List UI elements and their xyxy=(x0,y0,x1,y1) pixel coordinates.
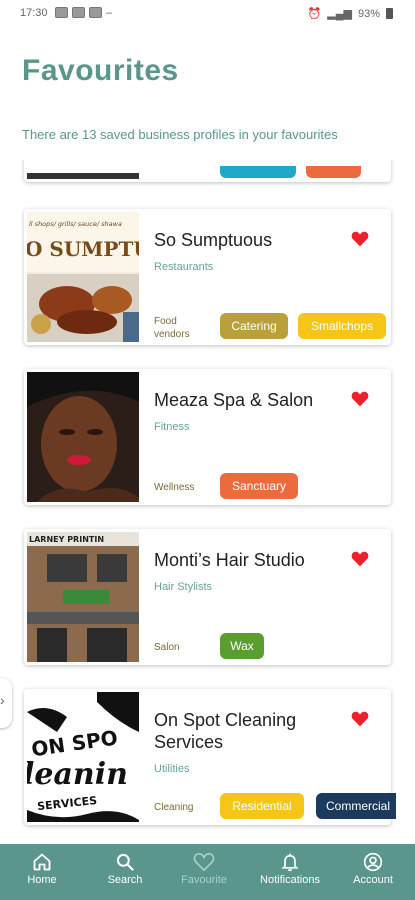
business-name-line2: Services xyxy=(154,732,224,752)
tag-catering[interactable]: Catering xyxy=(220,313,288,339)
nav-favourite[interactable]: Favourite xyxy=(164,844,244,900)
status-right: ⏰ ▂▄▆ 93% xyxy=(308,7,393,20)
chevron-right-icon: › xyxy=(0,692,5,708)
business-name[interactable]: Monti’s Hair Studio xyxy=(154,549,305,571)
dash-icon: – xyxy=(106,7,113,19)
image-text: leanin xyxy=(27,757,128,792)
nav-account[interactable]: Account xyxy=(333,844,413,900)
status-bar: 17:30 – ⏰ ▂▄▆ 93% xyxy=(0,0,415,28)
image-text: ll shops/ grills/ sauce/ shawa xyxy=(29,220,122,228)
card-image: ll shops/ grills/ sauce/ shawa O SUMPTUO… xyxy=(27,212,139,342)
battery-percent: 93% xyxy=(357,7,380,20)
bottom-navigation: Home Search Favourite Notifications Acco… xyxy=(0,844,415,900)
business-name[interactable]: On Spot Cleaning Services xyxy=(154,709,296,753)
business-category: Hair Stylists xyxy=(154,581,213,593)
favourite-card[interactable]: ll shops/ grills/ sauce/ shawa O SUMPTUO… xyxy=(24,209,391,345)
bell-icon xyxy=(281,853,299,872)
nav-notifications[interactable]: Notifications xyxy=(250,844,330,900)
tag-smallchops[interactable]: Smallchops xyxy=(298,313,386,339)
nav-notifications-label: Notifications xyxy=(260,874,320,886)
business-category: Restaurants xyxy=(154,261,214,273)
business-name[interactable]: So Sumptuous xyxy=(154,229,272,251)
card-image: LARNEY PRINTIN xyxy=(27,532,139,662)
alarm-icon: ⏰ xyxy=(307,8,322,20)
nav-favourite-label: Favourite xyxy=(181,874,227,886)
page-title: Favourites xyxy=(22,54,179,87)
youtube-icon xyxy=(89,7,102,18)
favourite-card-partial[interactable] xyxy=(24,160,391,182)
business-subcategory: Salon xyxy=(154,642,180,653)
image-text: LARNEY PRINTIN xyxy=(29,535,104,544)
card-image xyxy=(27,372,139,502)
favourite-card[interactable]: ON SPO leanin SERVICES On Spot Cleaning … xyxy=(24,689,396,825)
status-time: 17:30 xyxy=(20,7,48,19)
favourite-card[interactable]: Meaza Spa & Salon Fitness Wellness Sanct… xyxy=(24,369,391,505)
youtube-icon xyxy=(72,7,85,18)
heart-icon[interactable] xyxy=(351,711,369,727)
image-text: O SUMPTUOU xyxy=(27,237,139,261)
business-category: Utilities xyxy=(154,763,190,775)
card-image: ON SPO leanin SERVICES xyxy=(27,692,139,822)
home-icon xyxy=(33,853,51,871)
heart-icon[interactable] xyxy=(351,391,369,407)
business-name[interactable]: Meaza Spa & Salon xyxy=(154,389,313,411)
nav-home[interactable]: Home xyxy=(2,844,82,900)
favourites-list[interactable]: ll shops/ grills/ sauce/ shawa O SUMPTUO… xyxy=(0,160,415,844)
heart-icon[interactable] xyxy=(351,551,369,567)
business-category: Fitness xyxy=(154,421,190,433)
side-drawer-handle[interactable]: › xyxy=(0,678,12,728)
battery-icon xyxy=(386,8,393,19)
nav-account-label: Account xyxy=(353,874,393,886)
favourite-card[interactable]: LARNEY PRINTIN Monti’s Hair Studio Hair … xyxy=(24,529,391,665)
card-image xyxy=(27,173,139,179)
tag-residential[interactable]: Residential xyxy=(220,793,304,819)
business-subcategory: Wellness xyxy=(154,482,195,493)
business-subcategory: Food vendors xyxy=(154,316,190,340)
nav-search-label: Search xyxy=(107,874,143,886)
tag-wax[interactable]: Wax xyxy=(220,633,264,659)
tag-commercial[interactable]: Commercial xyxy=(316,793,396,819)
business-subcategory: Cleaning xyxy=(154,802,194,813)
account-icon xyxy=(363,852,383,872)
page-subtitle: There are 13 saved business profiles in … xyxy=(22,127,338,142)
tag-pill[interactable] xyxy=(220,166,296,178)
nav-search[interactable]: Search xyxy=(85,844,165,900)
search-icon xyxy=(116,853,134,871)
signal-icon: ▂▄▆ xyxy=(327,8,352,20)
status-notification-icons: – xyxy=(55,7,112,19)
heart-outline-icon xyxy=(193,852,215,872)
business-name-line1: On Spot Cleaning xyxy=(154,710,297,730)
tag-sanctuary[interactable]: Sanctuary xyxy=(220,473,298,499)
gallery-icon xyxy=(55,7,68,18)
heart-icon[interactable] xyxy=(351,231,369,247)
tag-pill[interactable] xyxy=(306,166,361,178)
nav-home-label: Home xyxy=(27,874,57,886)
